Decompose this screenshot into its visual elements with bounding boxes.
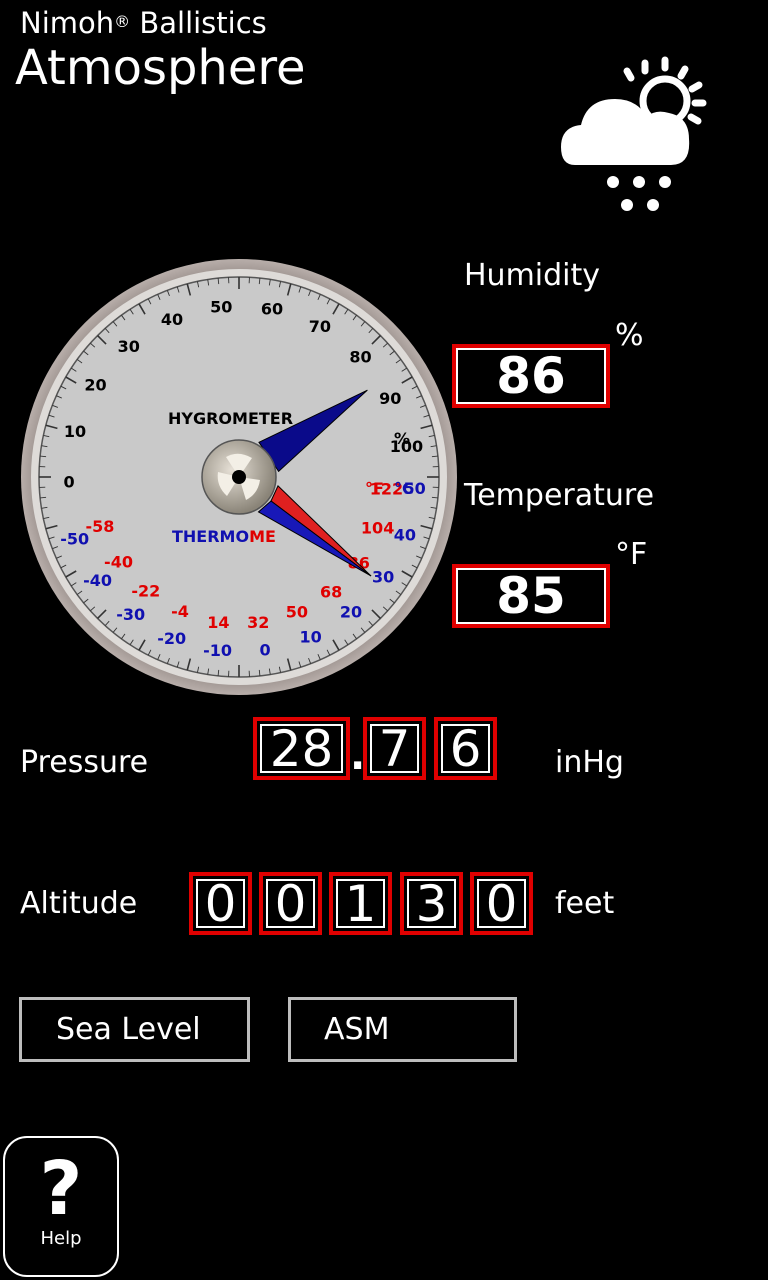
altitude-digit-5-value: 0 — [485, 874, 518, 933]
temperature-unit: °F — [615, 537, 648, 572]
question-mark-icon: ? — [39, 1146, 83, 1232]
gauge-tick — [217, 669, 220, 676]
pressure-digit-tenths[interactable]: 7 — [363, 717, 426, 780]
fahrenheit-tick-label: 50 — [286, 603, 308, 622]
gauge-tick — [431, 455, 438, 458]
pressure-digit-tenths-value: 7 — [378, 719, 411, 778]
humidity-tick-label: 70 — [309, 317, 331, 336]
pressure-unit: inHg — [555, 745, 624, 780]
pressure-digit-hundredths-value: 6 — [449, 719, 482, 778]
altitude-unit: feet — [555, 886, 615, 921]
humidity-unit-label: % — [394, 429, 410, 448]
thermometer-label: THERMOME — [172, 527, 276, 546]
humidity-value: 86 — [496, 347, 566, 405]
sea-level-button-label: Sea Level — [56, 1012, 201, 1047]
gauge-tick — [217, 278, 220, 285]
humidity-tick-label: 20 — [84, 375, 106, 394]
humidity-tick-label: 80 — [349, 348, 371, 367]
fahrenheit-tick-label: -40 — [104, 552, 133, 571]
altitude-label: Altitude — [20, 886, 138, 921]
celsius-tick-label: 40 — [394, 525, 416, 544]
temperature-value: 85 — [496, 567, 566, 625]
humidity-tick-label: 0 — [64, 472, 75, 491]
celsius-tick-label: -20 — [157, 629, 186, 648]
celsius-tick-label: 30 — [372, 567, 394, 586]
celsius-tick-label: 0 — [259, 641, 270, 660]
page-title: Atmosphere — [15, 40, 306, 96]
gauge-svg: 01020304050 60708090100-58-40-22-414 32506… — [21, 259, 457, 695]
altitude-digit-5[interactable]: 0 — [470, 872, 533, 935]
partly-cloudy-snow-icon — [555, 55, 715, 225]
hygro-thermometer-gauge: 0 10 20 30 40 50 60 70 80 90 100 -58 -40 -22 -4 14 32 50 6… — [20, 258, 458, 696]
asm-button[interactable]: ASM — [288, 997, 517, 1062]
celsius-tick-label: 10 — [299, 627, 321, 646]
gauge-tick — [40, 455, 47, 458]
altitude-digit-1[interactable]: 0 — [189, 872, 252, 935]
temperature-readout: 85 — [452, 564, 610, 628]
fahrenheit-tick-label: -22 — [131, 582, 160, 601]
app-name-suffix: Ballistics — [130, 6, 267, 40]
celsius-tick-label: -50 — [60, 530, 89, 549]
thermometer-label-blue: THERMO — [172, 527, 249, 546]
app-name-text: Nimoh — [20, 6, 115, 40]
celsius-tick-label: -40 — [83, 571, 112, 590]
sea-level-button[interactable]: Sea Level — [19, 997, 250, 1062]
fahrenheit-tick-label: 104 — [361, 518, 394, 537]
humidity-tick-label: 40 — [161, 310, 183, 329]
humidity-label: Humidity — [464, 258, 601, 293]
gauge-tick — [258, 278, 261, 285]
fahrenheit-tick-label: -58 — [85, 517, 114, 536]
humidity-tick-label: 90 — [379, 389, 401, 408]
hygrometer-label: HYGROMETER — [168, 409, 293, 428]
fahrenheit-tick-label: -4 — [171, 602, 189, 621]
celsius-tick-label: 20 — [340, 602, 362, 621]
humidity-tick-label: 10 — [64, 422, 86, 441]
gauge-tick — [40, 496, 47, 499]
gauge-tick — [258, 669, 261, 676]
fahrenheit-tick-label: 68 — [320, 582, 342, 601]
thermometer-label-red: ME — [249, 527, 276, 546]
pressure-digit-hundredths[interactable]: 6 — [434, 717, 497, 780]
asm-button-label: ASM — [324, 1012, 390, 1047]
altitude-digit-4[interactable]: 3 — [400, 872, 463, 935]
humidity-tick-label: 50 — [210, 297, 232, 316]
pressure-digit-whole-value: 28 — [269, 719, 334, 778]
help-label: Help — [40, 1228, 82, 1249]
celsius-tick-label: -30 — [116, 605, 145, 624]
altitude-digit-4-value: 3 — [415, 874, 448, 933]
altitude-digit-2[interactable]: 0 — [259, 872, 322, 935]
app-name: Nimoh® Ballistics — [20, 6, 267, 40]
fahrenheit-tick-label: 32 — [247, 613, 269, 632]
altitude-digit-1-value: 0 — [204, 874, 237, 933]
gauge-tick — [431, 496, 438, 499]
celsius-symbol: °C — [394, 479, 414, 498]
pressure-label: Pressure — [20, 745, 149, 780]
gauge-hub-pin — [232, 470, 246, 484]
humidity-unit: % — [615, 318, 644, 353]
registered-mark: ® — [114, 12, 131, 31]
celsius-tick-label: -10 — [203, 641, 232, 660]
fahrenheit-symbol: °F — [365, 479, 384, 498]
pressure-digit-whole[interactable]: 28 — [253, 717, 350, 780]
humidity-readout: 86 — [452, 344, 610, 408]
altitude-digit-2-value: 0 — [274, 874, 307, 933]
help-button[interactable]: ? Help — [3, 1136, 119, 1277]
altitude-digit-3-value: 1 — [344, 874, 377, 933]
humidity-tick-label: 30 — [118, 337, 140, 356]
humidity-tick-label: 60 — [261, 300, 283, 319]
temperature-label: Temperature — [464, 478, 655, 513]
fahrenheit-tick-label: 14 — [207, 613, 229, 632]
altitude-digit-3[interactable]: 1 — [329, 872, 392, 935]
